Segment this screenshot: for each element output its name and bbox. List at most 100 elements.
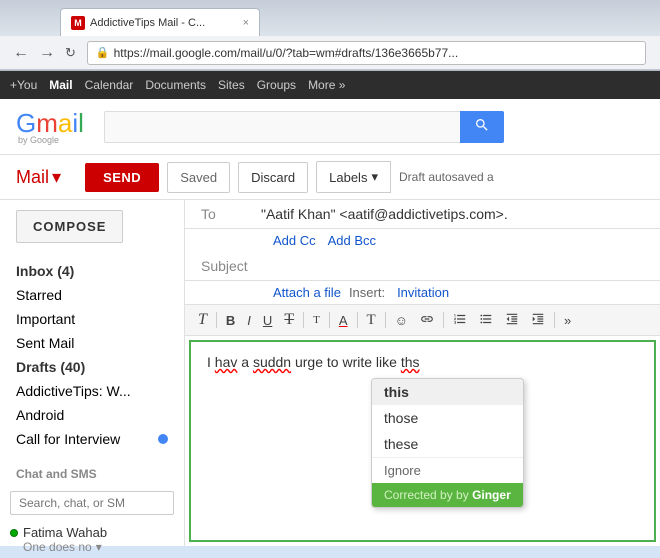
misspelled-hav: hav	[215, 354, 238, 370]
ignore-option[interactable]: Ignore	[372, 457, 523, 483]
tab-close-btn[interactable]: ×	[243, 17, 249, 29]
online-indicator	[10, 529, 18, 537]
draft-autosaved: Draft autosaved a	[399, 170, 494, 184]
ul-btn[interactable]	[474, 310, 498, 331]
tab-title: AddictiveTips Mail - C...	[90, 17, 237, 29]
suggestion-these[interactable]: these	[372, 431, 523, 457]
main-layout: COMPOSE Inbox (4) Starred Important Sent…	[0, 200, 660, 546]
ol-btn[interactable]	[448, 310, 472, 331]
sidebar: COMPOSE Inbox (4) Starred Important Sent…	[0, 200, 185, 546]
online-user-fatima[interactable]: Fatima Wahab One does no ▾	[0, 521, 184, 558]
bold-btn[interactable]: B	[221, 311, 240, 330]
nav-bar: ← → ↻ 🔒 https://mail.google.com/mail/u/0…	[0, 36, 660, 70]
address-bar[interactable]: 🔒 https://mail.google.com/mail/u/0/?tab=…	[87, 41, 646, 65]
add-cc-link[interactable]: Add Cc	[273, 233, 316, 248]
googlebar-more[interactable]: More »	[308, 78, 345, 92]
toolbar-sep-5	[385, 312, 386, 328]
googlebar-sites[interactable]: Sites	[218, 78, 245, 92]
link-btn[interactable]	[415, 310, 439, 331]
labels-button[interactable]: Labels ▾	[316, 161, 391, 193]
sidebar-starred-label: Starred	[16, 287, 62, 303]
sidebar-important-label: Important	[16, 311, 75, 327]
emoji-btn[interactable]: ☺	[390, 311, 413, 330]
sidebar-item-callforinterview[interactable]: Call for Interview	[0, 427, 184, 451]
compose-subject-row: Subject	[185, 252, 660, 281]
saved-button[interactable]: Saved	[167, 162, 230, 193]
browser-chrome: M AddictiveTips Mail - C... × ← → ↻ 🔒 ht…	[0, 0, 660, 71]
indent-more-btn[interactable]	[526, 310, 550, 331]
browser-tab[interactable]: M AddictiveTips Mail - C... ×	[60, 8, 260, 36]
googlebar-you[interactable]: +You	[10, 78, 37, 92]
compose-button[interactable]: COMPOSE	[16, 210, 123, 243]
more-format-btn[interactable]: »	[559, 311, 576, 330]
googlebar-calendar[interactable]: Calendar	[85, 78, 134, 92]
fontcolor-btn[interactable]: A	[334, 311, 353, 330]
compose-to-row: To "Aatif Khan" <aatif@addictivetips.com…	[185, 200, 660, 229]
sidebar-item-addictivetips[interactable]: AddictiveTips: W...	[0, 379, 184, 403]
toolbar-sep-2	[303, 312, 304, 328]
strikethrough-btn[interactable]: T	[279, 309, 299, 331]
indent-more-icon	[531, 312, 545, 326]
ginger-bar: Corrected by by Ginger	[372, 483, 523, 507]
googlebar-documents[interactable]: Documents	[145, 78, 206, 92]
italic-btn[interactable]: I	[242, 311, 256, 330]
misspelled-suddn: suddn	[253, 354, 291, 370]
back-btn[interactable]: ←	[8, 42, 34, 64]
gmail-logo-sub: by Google	[18, 135, 84, 145]
search-icon	[474, 117, 490, 133]
forward-btn[interactable]: →	[34, 42, 60, 64]
mail-subheader: Mail ▾ SEND Saved Discard Labels ▾ Draft…	[0, 155, 660, 200]
sidebar-item-important[interactable]: Important	[0, 307, 184, 331]
underline-btn[interactable]: U	[258, 311, 277, 330]
insert-label: Insert:	[349, 285, 385, 300]
invitation-link[interactable]: Invitation	[397, 285, 449, 300]
refresh-btn[interactable]: ↻	[60, 43, 81, 63]
to-label: To	[201, 206, 261, 222]
sidebar-item-sentmail[interactable]: Sent Mail	[0, 331, 184, 355]
attach-file-link[interactable]: Attach a file	[273, 285, 341, 300]
ul-icon	[479, 312, 493, 326]
googlebar-mail[interactable]: Mail	[49, 78, 72, 92]
compose-body[interactable]: I hav a suddn urge to write like ths thi…	[189, 340, 656, 542]
discard-button[interactable]: Discard	[238, 162, 308, 193]
sidebar-drafts-label: Drafts (40)	[16, 359, 85, 375]
textsize-btn[interactable]: T	[308, 312, 325, 328]
send-button[interactable]: SEND	[85, 163, 159, 192]
sidebar-callforinterview-label: Call for Interview	[16, 431, 120, 447]
sidebar-item-android[interactable]: Android	[0, 403, 184, 427]
toolbar-sep-7	[554, 312, 555, 328]
search-button[interactable]	[460, 111, 504, 143]
suggestion-those[interactable]: those	[372, 405, 523, 431]
search-bar	[104, 111, 504, 143]
sidebar-addictivetips-label: AddictiveTips: W...	[16, 383, 131, 399]
online-user-name: Fatima Wahab	[10, 525, 174, 540]
googlebar-groups[interactable]: Groups	[257, 78, 296, 92]
format-toolbar: T B I U T T A T ☺	[185, 305, 660, 336]
indent-less-btn[interactable]	[500, 310, 524, 331]
logo-m1: m	[36, 108, 58, 138]
ginger-brand: Ginger	[472, 488, 511, 502]
sidebar-item-inbox[interactable]: Inbox (4)	[0, 259, 184, 283]
lock-icon: 🔒	[96, 46, 110, 59]
chat-search-input[interactable]	[10, 491, 174, 515]
suggestion-this[interactable]: this	[372, 379, 523, 405]
search-input[interactable]	[104, 111, 460, 143]
font-format-btn[interactable]: T	[193, 309, 212, 331]
logo-a: a	[58, 108, 72, 138]
url-text: https://mail.google.com/mail/u/0/?tab=wm…	[114, 46, 459, 60]
tab-favicon: M	[71, 16, 85, 30]
sidebar-item-starred[interactable]: Starred	[0, 283, 184, 307]
subject-input[interactable]	[261, 258, 644, 274]
logo-g: G	[16, 108, 36, 138]
add-bcc-link[interactable]: Add Bcc	[328, 233, 376, 248]
mail-label[interactable]: Mail ▾	[16, 167, 61, 188]
indent-less-icon	[505, 312, 519, 326]
sidebar-inbox-label: Inbox (4)	[16, 263, 74, 279]
toolbar-sep-1	[216, 312, 217, 328]
sidebar-item-drafts[interactable]: Drafts (40)	[0, 355, 184, 379]
misspelled-ths: ths	[401, 354, 420, 370]
google-bar: +You Mail Calendar Documents Sites Group…	[0, 71, 660, 99]
chat-section-label: Chat and SMS	[0, 461, 184, 485]
toolbar-sep-4	[357, 312, 358, 328]
textcolor-btn[interactable]: T	[362, 310, 381, 331]
